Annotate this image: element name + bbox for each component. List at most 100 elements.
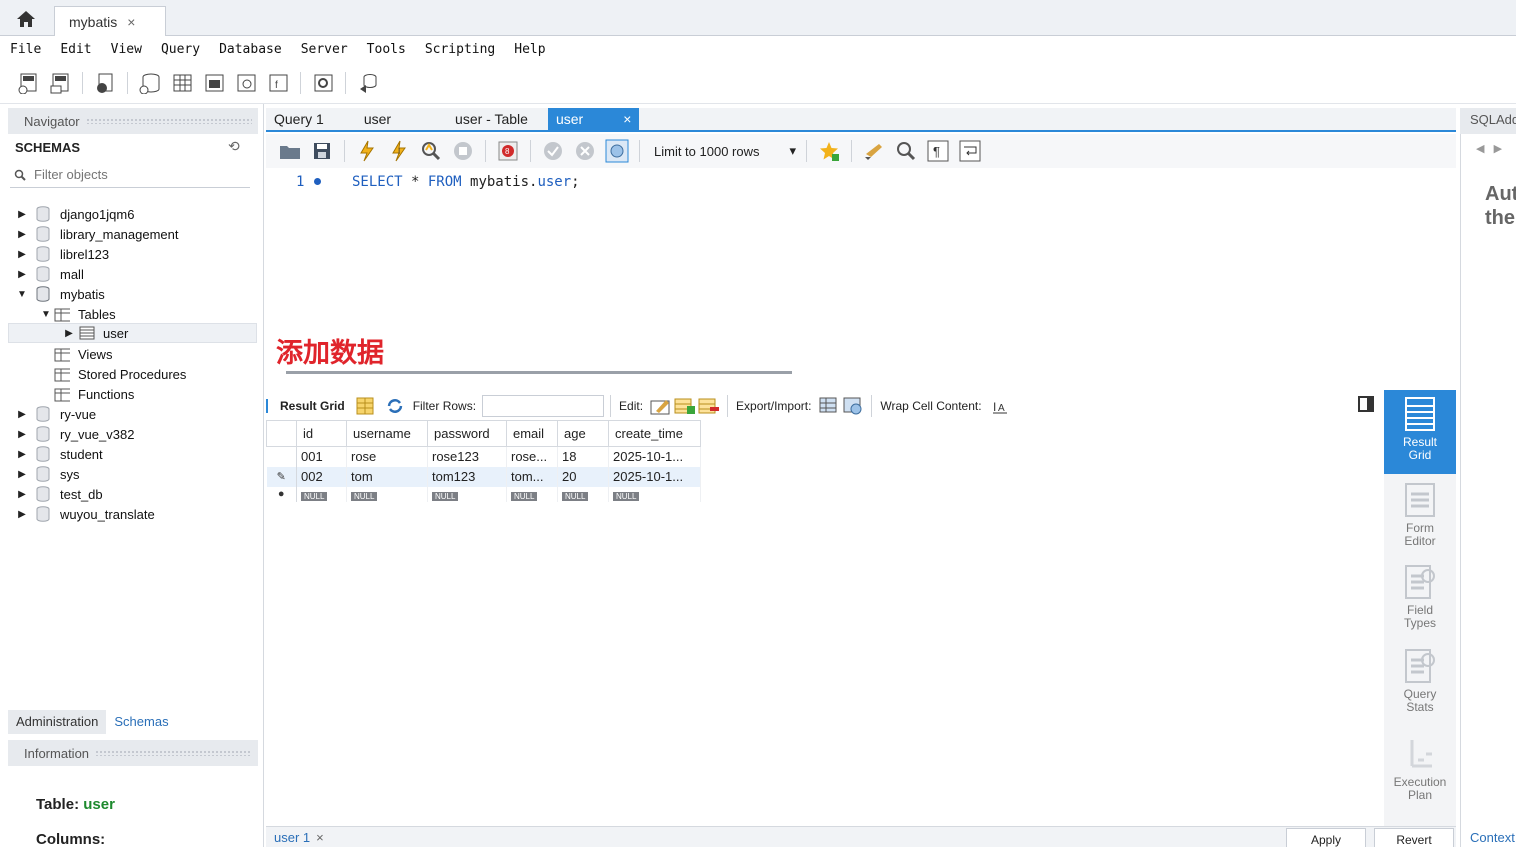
new-row[interactable]: ● NULL NULL NULL NULL NULL NULL	[266, 486, 701, 502]
null-badge[interactable]: NULL	[511, 491, 538, 501]
context-help-tab[interactable]: Context	[1470, 830, 1515, 845]
edit-row-icon[interactable]	[649, 394, 673, 418]
tree-item-table-user[interactable]: ▶ user	[8, 323, 257, 343]
result-grid-label[interactable]: Result Grid	[266, 399, 353, 413]
search-table-data-icon[interactable]	[311, 71, 335, 95]
explain-icon[interactable]	[419, 139, 443, 163]
schema-item-wuyou-translate[interactable]: ▶ wuyou_translate	[16, 504, 155, 524]
beautify-icon[interactable]	[862, 139, 886, 163]
menu-file[interactable]: File	[10, 42, 41, 57]
side-form-editor-button[interactable]: Form Editor	[1384, 482, 1456, 548]
execute-icon[interactable]	[355, 139, 379, 163]
schema-item-ry-vue[interactable]: ▶ ry-vue	[16, 404, 96, 424]
cell-username[interactable]: rose	[346, 446, 428, 467]
close-icon[interactable]: ×	[127, 14, 135, 30]
close-icon[interactable]: ×	[316, 830, 324, 845]
schema-item-student[interactable]: ▶ student	[16, 444, 103, 464]
import-icon[interactable]	[841, 394, 865, 418]
expand-arrow-icon[interactable]: ▶	[16, 509, 28, 520]
reconnect-icon[interactable]	[356, 71, 380, 95]
open-sql-script-icon[interactable]	[48, 71, 72, 95]
export-icon[interactable]	[817, 394, 841, 418]
nav-back-icon[interactable]: ◀ ▶	[1476, 142, 1502, 155]
menu-query[interactable]: Query	[161, 42, 200, 57]
column-header-email[interactable]: email	[506, 420, 558, 447]
revert-button[interactable]: Revert	[1374, 828, 1454, 847]
rollback-icon[interactable]	[573, 139, 597, 163]
schema-item-librel123[interactable]: ▶ librel123	[16, 244, 109, 264]
menu-view[interactable]: View	[111, 42, 142, 57]
cell-age[interactable]: 18	[557, 446, 609, 467]
null-badge[interactable]: NULL	[432, 491, 459, 501]
collapse-arrow-icon[interactable]: ▼	[16, 289, 28, 300]
toggle-side-panel-icon[interactable]	[1358, 396, 1374, 412]
expand-arrow-icon[interactable]: ▶	[16, 429, 28, 440]
stop-icon[interactable]	[451, 139, 475, 163]
find-icon[interactable]	[894, 139, 918, 163]
null-badge[interactable]: NULL	[613, 491, 640, 501]
menu-edit[interactable]: Edit	[60, 42, 91, 57]
expand-arrow-icon[interactable]: ▶	[16, 209, 28, 220]
null-badge[interactable]: NULL	[562, 491, 589, 501]
tab-schemas[interactable]: Schemas	[106, 710, 177, 734]
schema-item-django1jqm6[interactable]: ▶ django1jqm6	[16, 204, 134, 224]
connection-tab-mybatis[interactable]: mybatis ×	[54, 6, 166, 36]
create-function-icon[interactable]: f	[266, 71, 290, 95]
home-button[interactable]	[10, 6, 42, 32]
commit-icon[interactable]	[541, 139, 565, 163]
tree-item-stored-procedures[interactable]: Stored Procedures	[54, 364, 186, 384]
expand-arrow-icon[interactable]: ▶	[16, 449, 28, 460]
auto-commit-icon[interactable]	[605, 139, 629, 163]
schema-item-library-management[interactable]: ▶ library_management	[16, 224, 179, 244]
wrap-cell-icon[interactable]: IA	[988, 394, 1012, 418]
cell-username[interactable]: tom	[346, 466, 428, 487]
menu-help[interactable]: Help	[514, 42, 545, 57]
side-query-stats-button[interactable]: Query Stats	[1384, 648, 1456, 714]
schema-item-mybatis[interactable]: ▼ mybatis	[16, 284, 105, 304]
editor-splitter[interactable]	[286, 371, 792, 374]
cell-password[interactable]: tom123	[427, 466, 507, 487]
create-procedure-icon[interactable]	[234, 71, 258, 95]
tab-administration[interactable]: Administration	[8, 710, 107, 734]
menu-database[interactable]: Database	[219, 42, 282, 57]
null-badge[interactable]: NULL	[301, 491, 328, 501]
menu-tools[interactable]: Tools	[367, 42, 406, 57]
create-schema-icon[interactable]	[138, 71, 162, 95]
tree-item-tables[interactable]: ▼ Tables	[40, 304, 116, 324]
limit-rows-select[interactable]: Limit to 1000 rows ▾	[654, 143, 796, 159]
close-icon[interactable]: ×	[623, 111, 631, 130]
column-header-password[interactable]: password	[427, 420, 507, 447]
cell-id[interactable]: 002	[296, 466, 347, 487]
collapse-arrow-icon[interactable]: ▼	[40, 309, 52, 320]
cell-create-time[interactable]: 2025-10-1...	[608, 466, 701, 487]
schema-item-test-db[interactable]: ▶ test_db	[16, 484, 103, 504]
cell-age[interactable]: 20	[557, 466, 609, 487]
toggle-error-stop-icon[interactable]: 8	[496, 139, 520, 163]
column-header-age[interactable]: age	[557, 420, 609, 447]
menu-server[interactable]: Server	[301, 42, 348, 57]
null-badge[interactable]: NULL	[351, 491, 378, 501]
add-snippet-icon[interactable]	[817, 139, 841, 163]
column-header-id[interactable]: id	[296, 420, 347, 447]
schema-item-sys[interactable]: ▶ sys	[16, 464, 80, 484]
cell-password[interactable]: rose123	[427, 446, 507, 467]
result-tab-user-1[interactable]: user 1 ×	[274, 830, 324, 845]
edit-row-pencil-icon[interactable]: ✎	[266, 466, 297, 487]
expand-arrow-icon[interactable]: ▶	[16, 229, 28, 240]
refresh-icon[interactable]: ⟲	[228, 138, 240, 155]
wrap-lines-icon[interactable]	[958, 139, 982, 163]
side-execution-plan-button[interactable]: Execution Plan	[1384, 736, 1456, 802]
expand-arrow-icon[interactable]: ▶	[16, 409, 28, 420]
table-row[interactable]: ✎ 002 tom tom123 tom... 20 2025-10-1...	[266, 466, 701, 487]
column-header-create-time[interactable]: create_time	[608, 420, 701, 447]
tab-user-table[interactable]: user - Table	[399, 108, 548, 130]
tab-user-active[interactable]: user ×	[547, 108, 640, 130]
row-header[interactable]	[266, 446, 297, 467]
tree-item-views[interactable]: Views	[54, 344, 112, 364]
execute-current-icon[interactable]: I	[387, 139, 411, 163]
cell-email[interactable]: rose...	[506, 446, 558, 467]
schema-item-ry-vue-v382[interactable]: ▶ ry_vue_v382	[16, 424, 134, 444]
menu-scripting[interactable]: Scripting	[425, 42, 495, 57]
cell-create-time[interactable]: 2025-10-1...	[608, 446, 701, 467]
save-icon[interactable]	[310, 139, 334, 163]
